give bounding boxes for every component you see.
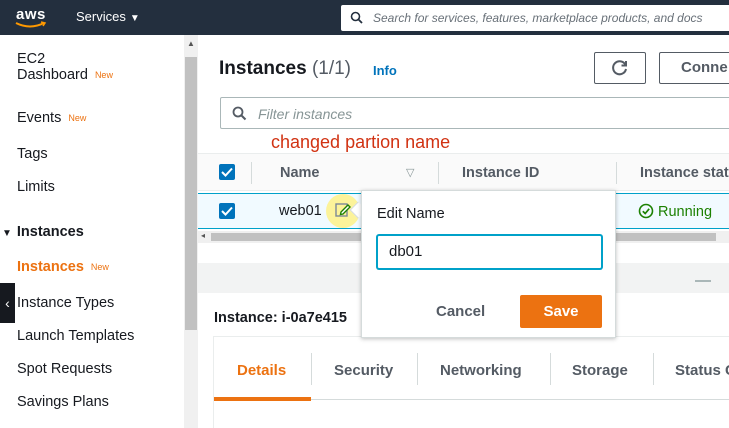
tab-storage[interactable]: Storage — [572, 362, 628, 379]
global-search-input[interactable]: Search for services, features, marketpla… — [341, 5, 729, 31]
column-header-name[interactable]: Name — [280, 165, 320, 181]
column-divider — [616, 162, 617, 184]
sidebar-item-label: Instances — [17, 259, 84, 275]
tab-security[interactable]: Security — [334, 362, 393, 379]
sidebar-item-label: Dashboard — [17, 67, 88, 83]
row-checkbox[interactable] — [219, 203, 235, 219]
checkmark-icon — [221, 167, 233, 177]
sidebar-item-tags[interactable]: Tags — [17, 146, 48, 162]
sidebar-item-instances[interactable]: Instances New — [17, 259, 109, 275]
new-badge: New — [90, 262, 109, 273]
save-button[interactable]: Save — [520, 295, 602, 328]
aws-logo[interactable]: aws — [14, 4, 50, 30]
refresh-button[interactable] — [594, 52, 646, 84]
details-body — [213, 399, 729, 428]
sidebar-item-instance-types[interactable]: Instance Types — [17, 295, 114, 311]
tab-status-checks[interactable]: Status C — [675, 362, 729, 379]
sidebar-item-limits[interactable]: Limits — [17, 179, 55, 195]
filter-instances-input[interactable]: Filter instances — [220, 97, 729, 129]
caret-down-icon: ▼ — [2, 228, 12, 239]
refresh-icon — [612, 60, 627, 76]
sidebar-item-spot-requests[interactable]: Spot Requests — [17, 361, 112, 377]
sidebar-section-label: Instances — [16, 224, 84, 240]
checkmark-icon — [221, 206, 233, 216]
details-tabs: Details Security Networking Storage Stat… — [213, 336, 729, 401]
tab-networking[interactable]: Networking — [440, 362, 522, 379]
info-link[interactable]: Info — [373, 63, 397, 78]
ec2-console: aws Services ▼ Search for services, featu… — [0, 0, 729, 428]
tab-divider — [550, 353, 551, 385]
sidebar-scrollbar[interactable]: ▲ — [184, 35, 198, 428]
sidebar-item-label: Events — [17, 110, 62, 126]
connect-button[interactable]: Conne — [659, 52, 729, 84]
column-divider — [438, 162, 439, 184]
scroll-up-icon[interactable]: ▲ — [187, 39, 195, 48]
drag-handle-icon[interactable] — [695, 280, 711, 282]
scrollbar-thumb[interactable] — [185, 57, 197, 330]
services-label: Services — [76, 9, 126, 24]
filter-placeholder: Filter instances — [258, 106, 353, 122]
column-header-instance-id[interactable]: Instance ID — [462, 165, 539, 181]
sidebar-item-events[interactable]: Events New — [17, 110, 86, 126]
new-badge: New — [68, 113, 87, 124]
scroll-left-icon[interactable]: ◂ — [201, 231, 205, 240]
page-title: Instances (1/1) — [219, 58, 351, 80]
sidebar-item-label: Spot Requests — [17, 361, 113, 377]
sidebar-item-label: Tags — [17, 146, 48, 162]
sidebar-item-label: Limits — [17, 179, 55, 195]
search-icon — [350, 11, 363, 24]
sidebar: EC2 Dashboard New Events New Tags Limits ▼… — [0, 35, 184, 428]
collapse-sidebar-icon[interactable]: ‹ — [0, 283, 15, 323]
caret-down-icon: ▼ — [129, 13, 140, 24]
sidebar-item-ec2-dashboard[interactable]: EC2 Dashboard New — [17, 51, 113, 83]
sidebar-item-launch-templates[interactable]: Launch Templates — [17, 328, 134, 344]
top-nav-bar: aws Services ▼ Search for services, featu… — [0, 0, 729, 35]
popover-title: Edit Name — [377, 206, 445, 222]
page-title-text: Instances — [219, 58, 307, 79]
sidebar-item-label: Instance Types — [17, 295, 115, 311]
edit-name-popover: Edit Name db01 Cancel Save — [361, 190, 616, 338]
sort-icon[interactable]: ▽ — [406, 166, 414, 179]
tab-divider — [653, 353, 654, 385]
check-circle-icon — [638, 203, 654, 219]
sidebar-item-label: Savings Plans — [17, 394, 109, 410]
column-header-instance-state[interactable]: Instance stat — [640, 165, 729, 181]
sidebar-item-label: EC2 — [17, 51, 46, 67]
instance-state-text: Running — [658, 204, 713, 220]
tab-details[interactable]: Details — [237, 362, 286, 379]
select-all-checkbox[interactable] — [219, 164, 235, 180]
search-icon — [232, 106, 247, 121]
search-placeholder: Search for services, features, marketpla… — [373, 11, 703, 25]
annotation-text: changed partion name — [271, 132, 451, 152]
sidebar-item-label: Launch Templates — [17, 328, 135, 344]
new-badge: New — [94, 70, 113, 81]
instance-name-cell: web01 — [279, 203, 322, 219]
instance-state-cell: Running — [638, 203, 712, 220]
aws-smile-icon — [15, 21, 47, 28]
services-menu[interactable]: Services ▼ — [76, 9, 140, 24]
name-input[interactable]: db01 — [377, 235, 602, 269]
sidebar-section-instances[interactable]: ▼ Instances — [2, 224, 84, 240]
column-divider — [251, 162, 252, 184]
table-header: Name ▽ Instance ID Instance stat — [198, 153, 729, 191]
tab-divider — [311, 353, 312, 385]
sidebar-item-savings-plans[interactable]: Savings Plans — [17, 394, 109, 410]
tab-divider — [417, 353, 418, 385]
cancel-button[interactable]: Cancel — [436, 303, 485, 320]
instance-details-title: Instance: i-0a7e415 — [214, 310, 347, 326]
instance-count: (1/1) — [311, 58, 352, 79]
